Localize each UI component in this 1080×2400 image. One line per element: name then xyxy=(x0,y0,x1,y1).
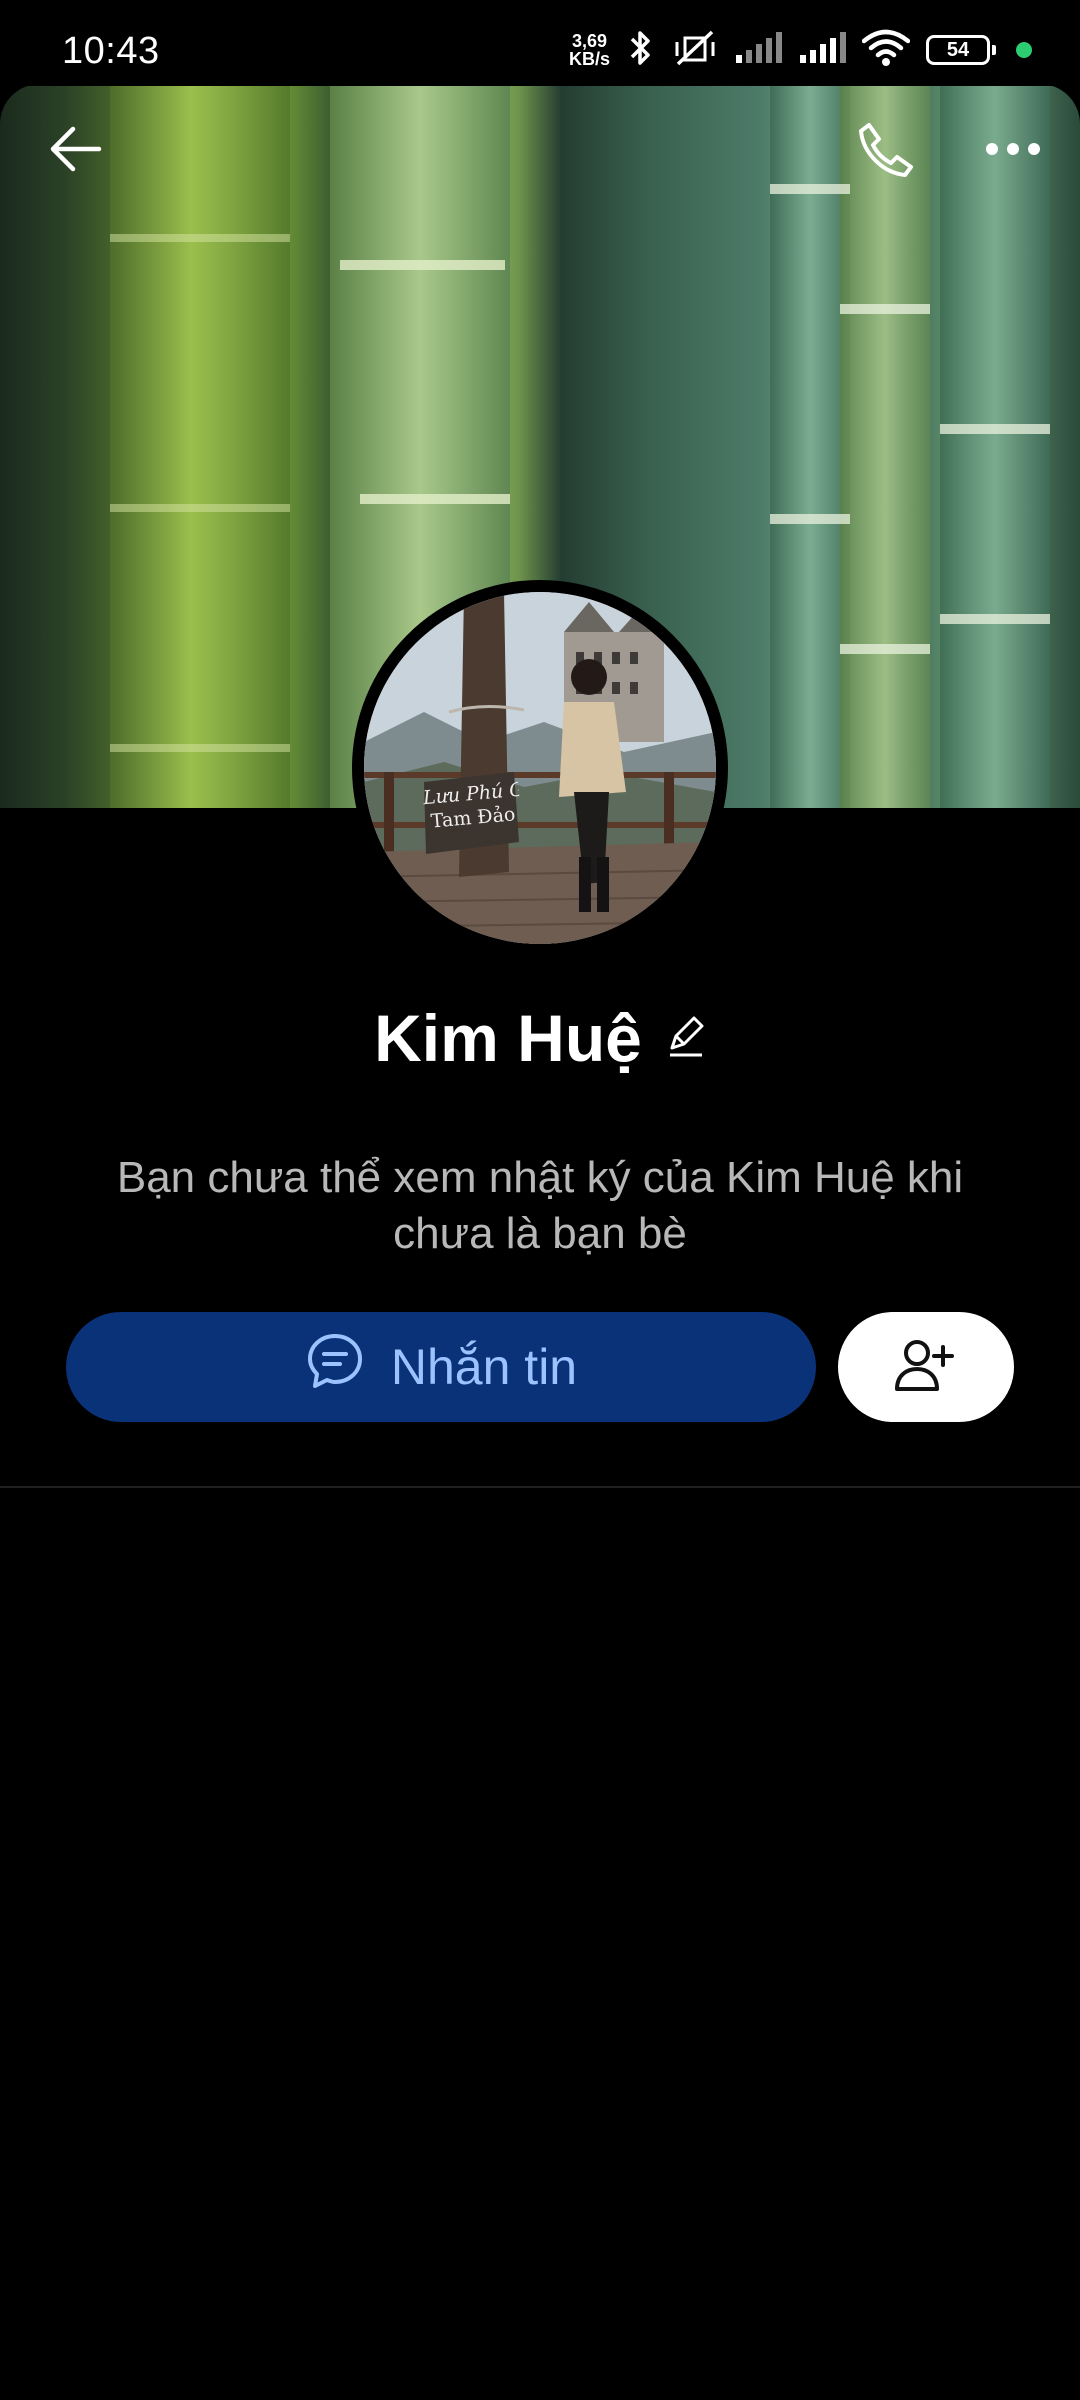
message-button[interactable]: Nhắn tin xyxy=(66,1312,816,1422)
status-bar: 10:43 3,69 KB/s 54 xyxy=(0,0,1080,86)
chat-bubble-icon xyxy=(305,1331,365,1403)
add-friend-icon xyxy=(893,1337,959,1398)
mute-vibrate-icon xyxy=(672,28,718,73)
avatar-photo: Lưu Phú G Tam Đảo xyxy=(364,592,716,944)
signal-icon xyxy=(798,31,846,70)
battery-icon: 54 xyxy=(926,35,996,65)
phone-icon xyxy=(855,119,915,179)
section-divider xyxy=(0,1486,1080,1488)
call-button[interactable] xyxy=(840,104,930,194)
avatar[interactable]: Lưu Phú G Tam Đảo xyxy=(352,580,728,956)
more-button[interactable] xyxy=(968,104,1058,194)
network-speed: 3,69 KB/s xyxy=(569,32,610,68)
status-time: 10:43 xyxy=(62,30,160,72)
bluetooth-icon xyxy=(626,28,656,73)
message-button-label: Nhắn tin xyxy=(390,1339,578,1395)
network-speed-value: 3,69 xyxy=(571,31,608,51)
profile-name: Kim Huệ xyxy=(374,1001,642,1075)
privacy-notice: Bạn chưa thể xem nhật ký của Kim Huệ khi… xyxy=(116,1153,964,1258)
battery-level: 54 xyxy=(946,38,970,61)
network-speed-unit: KB/s xyxy=(568,49,610,69)
profile-name-row: Kim Huệ xyxy=(0,1000,1080,1076)
status-dot xyxy=(1016,42,1032,58)
wifi-icon xyxy=(861,29,911,72)
more-dots-icon xyxy=(985,142,1041,156)
pencil-icon xyxy=(669,1016,704,1056)
back-arrow-icon xyxy=(47,125,103,173)
back-button[interactable] xyxy=(30,104,120,194)
avatar-sign-text: Lưu Phú G Tam Đảo xyxy=(422,778,522,834)
status-icons: 3,69 KB/s 54 xyxy=(569,28,1032,72)
edit-name-button[interactable] xyxy=(666,1014,706,1063)
add-friend-button[interactable] xyxy=(838,1312,1014,1422)
signal-icon xyxy=(734,31,782,70)
